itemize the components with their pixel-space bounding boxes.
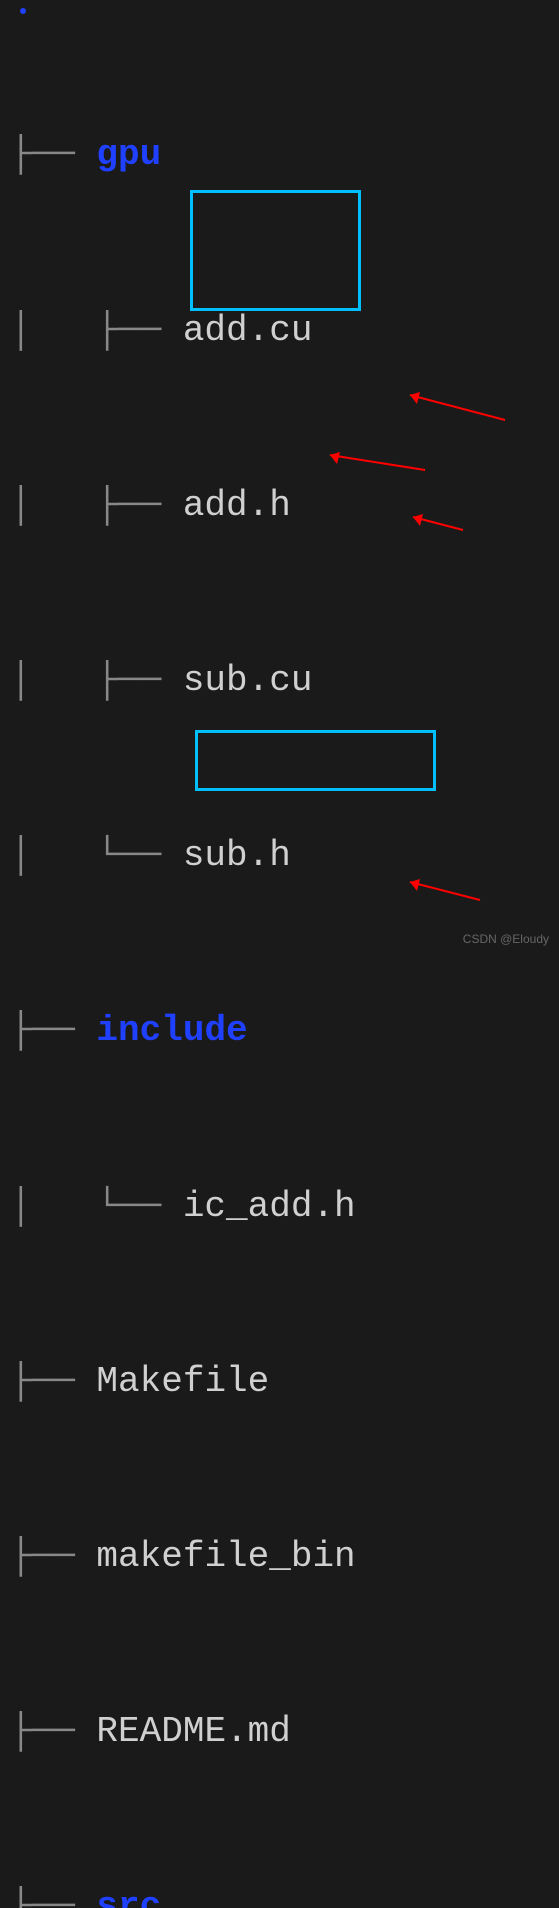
file-sub-cu: sub.cu bbox=[183, 652, 313, 710]
dir-include: include bbox=[96, 1002, 247, 1060]
file-readme: README.md bbox=[96, 1703, 290, 1761]
file-sub-h: sub.h bbox=[183, 827, 291, 885]
dir-src: src bbox=[96, 1878, 161, 1908]
file-makefile: Makefile bbox=[96, 1353, 269, 1411]
dot-marker bbox=[20, 8, 26, 14]
watermark: CSDN @Eloudy bbox=[463, 930, 549, 949]
file-makefile-bin: makefile_bin bbox=[96, 1528, 355, 1586]
file-add-cu: add.cu bbox=[183, 302, 313, 360]
dir-gpu: gpu bbox=[96, 126, 161, 184]
file-tree: ├── gpu │ ├── add.cu │ ├── add.h │ ├── s… bbox=[10, 10, 549, 1908]
file-add-h: add.h bbox=[183, 477, 291, 535]
file-ic-add-h: ic_add.h bbox=[183, 1178, 356, 1236]
